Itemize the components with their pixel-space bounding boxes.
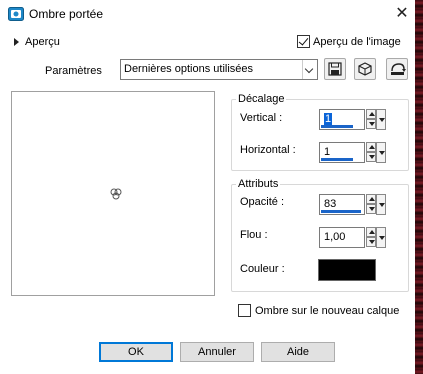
increment-icon[interactable] xyxy=(366,227,376,237)
shadow-new-layer-checkbox[interactable]: Ombre sur le nouveau calque xyxy=(238,304,399,317)
title-bar: Ombre portée ✕ xyxy=(0,0,415,28)
preview-on-image-box[interactable] xyxy=(297,35,310,48)
chevron-down-icon[interactable] xyxy=(302,60,317,79)
ok-button[interactable]: OK xyxy=(99,342,173,362)
background-strip xyxy=(415,0,423,374)
drop-shadow-dialog: Ombre portée ✕ Aperçu Aperçu de l'image … xyxy=(0,0,415,374)
color-swatch[interactable] xyxy=(318,259,376,281)
offset-group-title: Décalage xyxy=(236,93,287,105)
opacity-value: 83 xyxy=(324,198,337,210)
dropdown-arrow-icon[interactable] xyxy=(376,142,386,163)
blur-value: 1,00 xyxy=(324,231,346,243)
opacity-label: Opacité : xyxy=(240,196,285,208)
expand-triangle-icon xyxy=(14,38,19,46)
shadow-new-layer-label: Ombre sur le nouveau calque xyxy=(255,304,400,317)
preview-toggle-label: Aperçu xyxy=(25,36,60,48)
blur-spin-buttons[interactable] xyxy=(366,227,386,248)
blur-label: Flou : xyxy=(240,229,268,241)
preview-panel[interactable] xyxy=(11,91,215,296)
params-selected-value: Dernières options utilisées xyxy=(124,63,254,75)
decrement-icon[interactable] xyxy=(366,204,376,214)
opacity-slider-indicator[interactable] xyxy=(321,210,361,213)
help-button[interactable]: Aide xyxy=(261,342,335,362)
preview-on-image-label: Aperçu de l'image xyxy=(313,35,401,48)
window-title: Ombre portée xyxy=(29,7,104,21)
opacity-spin-buttons[interactable] xyxy=(366,194,386,215)
preview-toggle[interactable]: Aperçu xyxy=(14,36,60,48)
increment-icon[interactable] xyxy=(366,194,376,204)
horizontal-spin-buttons[interactable] xyxy=(366,142,386,163)
app-icon xyxy=(8,7,24,21)
increment-icon[interactable] xyxy=(366,142,376,152)
params-label: Paramètres xyxy=(45,65,102,77)
preview-shape-icon xyxy=(109,187,123,204)
horizontal-input[interactable]: 1 xyxy=(319,142,365,163)
decrement-icon[interactable] xyxy=(366,152,376,162)
blur-input[interactable]: 1,00 xyxy=(319,227,365,248)
preset-options-button[interactable] xyxy=(354,58,376,80)
vertical-input[interactable]: 1 xyxy=(319,109,365,130)
color-label: Couleur : xyxy=(240,263,285,275)
dropdown-arrow-icon[interactable] xyxy=(376,227,386,248)
preset-options-icon xyxy=(358,62,372,76)
shadow-new-layer-box[interactable] xyxy=(238,304,251,317)
vertical-value: 1 xyxy=(324,113,333,125)
params-dropdown[interactable]: Dernières options utilisées xyxy=(120,59,318,80)
vertical-label: Vertical : xyxy=(240,112,283,124)
increment-icon[interactable] xyxy=(366,109,376,119)
horizontal-value: 1 xyxy=(324,146,331,158)
decrement-icon[interactable] xyxy=(366,237,376,247)
reset-icon xyxy=(391,63,406,75)
save-preset-icon xyxy=(328,62,342,76)
opacity-input[interactable]: 83 xyxy=(319,194,365,215)
dropdown-arrow-icon[interactable] xyxy=(376,194,386,215)
dropdown-arrow-icon[interactable] xyxy=(376,109,386,130)
preview-on-image-checkbox[interactable]: Aperçu de l'image xyxy=(297,35,401,48)
vertical-spin-buttons[interactable] xyxy=(366,109,386,130)
reset-button[interactable] xyxy=(386,58,408,80)
horizontal-slider-indicator[interactable] xyxy=(321,158,353,161)
attributes-group-title: Attributs xyxy=(236,178,281,190)
decrement-icon[interactable] xyxy=(366,119,376,129)
cancel-button[interactable]: Annuler xyxy=(180,342,254,362)
horizontal-label: Horizontal : xyxy=(240,144,296,156)
save-preset-button[interactable] xyxy=(324,58,346,80)
vertical-slider-indicator[interactable] xyxy=(321,125,353,128)
close-button[interactable]: ✕ xyxy=(392,4,412,24)
